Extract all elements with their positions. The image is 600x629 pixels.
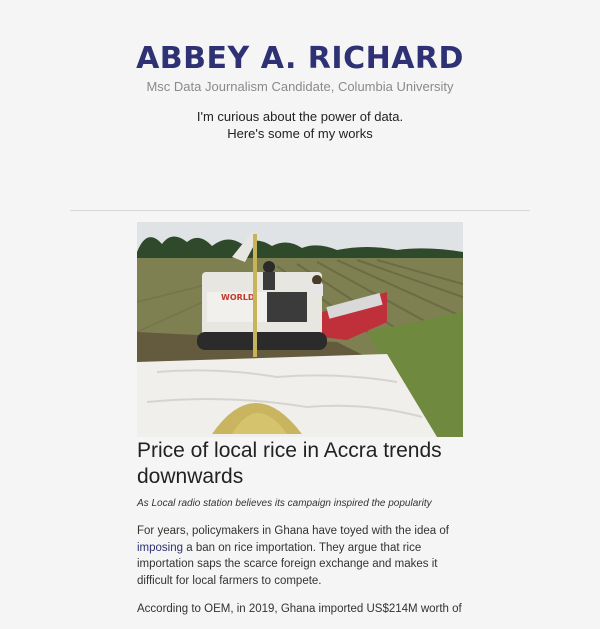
para1-text-after: a ban on rice importation. They argue th…: [137, 541, 438, 587]
tagline-line-1: I'm curious about the power of data.: [196, 109, 404, 124]
tagline: I'm curious about the power of data. Her…: [0, 108, 600, 142]
rice-harvest-image[interactable]: WORLD: [137, 222, 463, 437]
tagline-line-2: Here's some of my works: [227, 126, 373, 141]
author-name: ABBEY A. RICHARD: [136, 41, 464, 76]
site-header: ABBEY A. RICHARD Msc Data Journalism Can…: [0, 40, 600, 142]
article-paragraph-1: For years, policymakers in Ghana have to…: [137, 523, 463, 589]
divider: [70, 210, 530, 211]
imposing-link[interactable]: imposing: [137, 542, 183, 554]
svg-text:WORLD: WORLD: [221, 293, 255, 302]
article-card[interactable]: WORLD Price of local rice in Accra trend…: [137, 222, 463, 629]
article-paragraph-2: According to OEM, in 2019, Ghana importe…: [137, 603, 462, 615]
article-caption: As Local radio station believes its camp…: [137, 498, 432, 509]
author-subtitle: Msc Data Journalism Candidate, Columbia …: [146, 79, 454, 94]
article-title[interactable]: Price of local rice in Accra trends down…: [137, 438, 463, 490]
para1-text-before: For years, policymakers in Ghana have to…: [137, 525, 449, 537]
